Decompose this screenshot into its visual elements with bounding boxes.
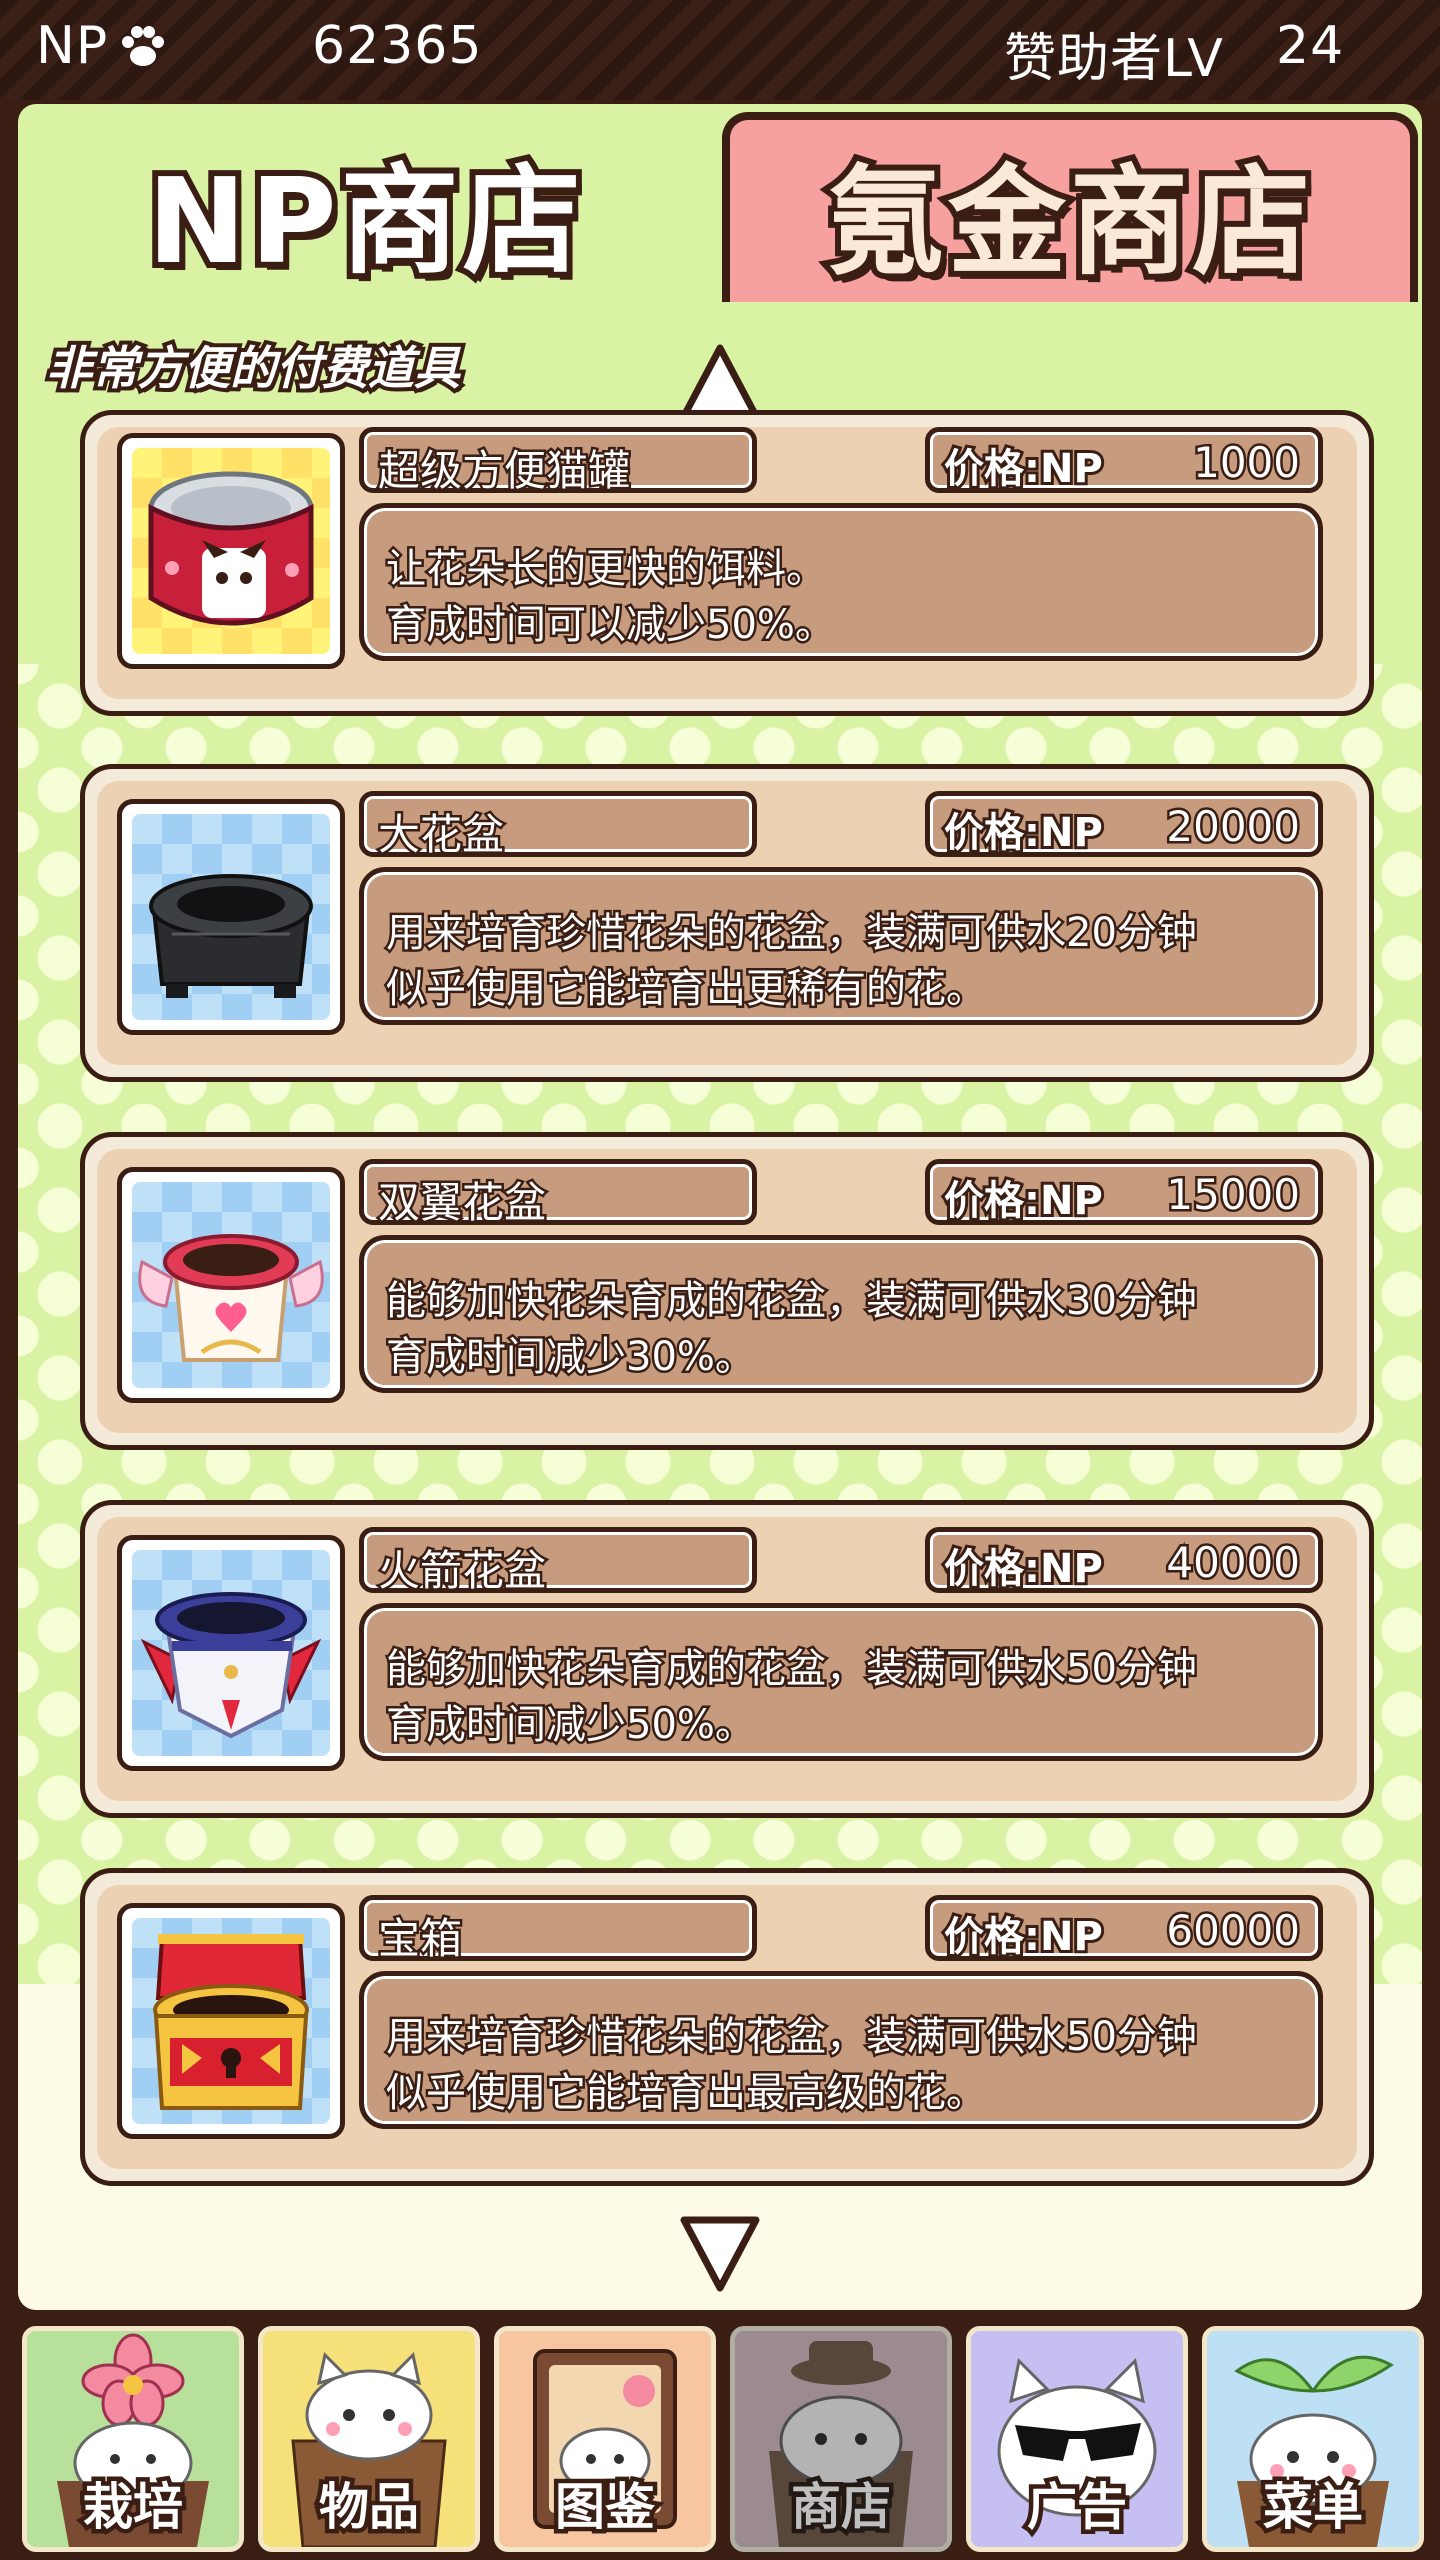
nav-label: 广告 (1023, 2474, 1132, 2541)
sponsor-level-label: 赞助者LV (1004, 29, 1224, 89)
winged-pot-icon (138, 1234, 324, 1362)
shop-frame: NP商店 氪金商店 非常方便的付费道具 超级方便猫罐 价格:NP 1000 让花… (0, 100, 1440, 2314)
shop-item-card[interactable]: 宝箱 价格:NP 60000 用来培育珍惜花朵的花盆，装满可供水50分钟 似乎使… (80, 1868, 1374, 2186)
item-thumbnail (117, 1903, 345, 2139)
paw-icon (122, 26, 164, 66)
shop-subtitle: 非常方便的付费道具 (42, 337, 464, 399)
nav-label: 菜单 (1259, 2474, 1368, 2541)
item-price: 价格:NP 1000 (925, 427, 1323, 495)
item-thumbnail (117, 433, 345, 669)
item-name: 双翼花盆 (359, 1159, 757, 1230)
item-name: 超级方便猫罐 (359, 427, 757, 498)
nav-encyclopedia-button[interactable]: 图鉴 (494, 2326, 716, 2552)
tab-np-shop[interactable]: NP商店 (22, 110, 710, 310)
nav-items-button[interactable]: 物品 (258, 2326, 480, 2552)
item-price: 价格:NP 40000 (925, 1527, 1323, 1595)
nav-cultivate-button[interactable]: 栽培 (22, 2326, 244, 2552)
shop-panel: NP商店 氪金商店 非常方便的付费道具 超级方便猫罐 价格:NP 1000 让花… (18, 104, 1422, 2310)
item-price: 价格:NP 20000 (925, 791, 1323, 859)
item-thumbnail (117, 1167, 345, 1403)
item-description: 用来培育珍惜花朵的花盆，装满可供水20分钟 似乎使用它能培育出更稀有的花。 (359, 867, 1323, 1025)
item-thumbnail (117, 799, 345, 1035)
nav-label: 物品 (315, 2474, 424, 2541)
np-label: NP (36, 16, 109, 76)
nav-menu-button[interactable]: 菜单 (1202, 2326, 1424, 2552)
rocket-pot-icon (140, 1592, 322, 1739)
nav-shop-button[interactable]: 商店 (730, 2326, 952, 2552)
bottom-nav: 栽培 物品 图鉴 商店 广告 菜单 (0, 2314, 1440, 2560)
tab-np-shop-label: NP商店 (141, 146, 586, 296)
sponsor-level-value: 24 (1276, 16, 1345, 76)
nav-ads-button[interactable]: 广告 (966, 2326, 1188, 2552)
shop-item-card[interactable]: 大花盆 价格:NP 20000 用来培育珍惜花朵的花盆，装满可供水20分钟 似乎… (80, 764, 1374, 1082)
tab-krypton-shop-label: 氪金商店 (820, 147, 1316, 297)
item-name: 大花盆 (359, 791, 757, 862)
shop-item-card[interactable]: 双翼花盆 价格:NP 15000 能够加快花朵育成的花盆，装满可供水30分钟 育… (80, 1132, 1374, 1450)
status-bar: NP 62365 赞助者LV 24 (0, 0, 1440, 100)
scroll-down-arrow-icon[interactable] (678, 2212, 762, 2296)
item-name: 火箭花盆 (359, 1527, 757, 1598)
nav-label: 栽培 (79, 2474, 188, 2541)
item-description: 能够加快花朵育成的花盆，装满可供水50分钟 育成时间减少50%。 (359, 1603, 1323, 1761)
nav-label: 图鉴 (551, 2474, 660, 2541)
item-name: 宝箱 (359, 1895, 757, 1966)
black-pot-icon (149, 874, 313, 998)
treasure-chest-icon (153, 1934, 309, 2110)
shop-item-card[interactable]: 火箭花盆 价格:NP 40000 能够加快花朵育成的花盆，装满可供水50分钟 育… (80, 1500, 1374, 1818)
item-description: 能够加快花朵育成的花盆，装满可供水30分钟 育成时间减少30%。 (359, 1235, 1323, 1393)
cat-can-icon (148, 471, 314, 626)
item-description: 让花朵长的更快的饵料。 育成时间可以减少50%。 (359, 503, 1323, 661)
item-price: 价格:NP 60000 (925, 1895, 1323, 1963)
shop-item-card[interactable]: 超级方便猫罐 价格:NP 1000 让花朵长的更快的饵料。 育成时间可以减少50… (80, 410, 1374, 716)
item-price: 价格:NP 15000 (925, 1159, 1323, 1227)
nav-label: 商店 (787, 2474, 896, 2541)
item-thumbnail (117, 1535, 345, 1771)
item-description: 用来培育珍惜花朵的花盆，装满可供水50分钟 似乎使用它能培育出最高级的花。 (359, 1971, 1323, 2129)
np-balance: 62365 (312, 16, 483, 76)
tab-krypton-shop[interactable]: 氪金商店 (722, 112, 1418, 302)
